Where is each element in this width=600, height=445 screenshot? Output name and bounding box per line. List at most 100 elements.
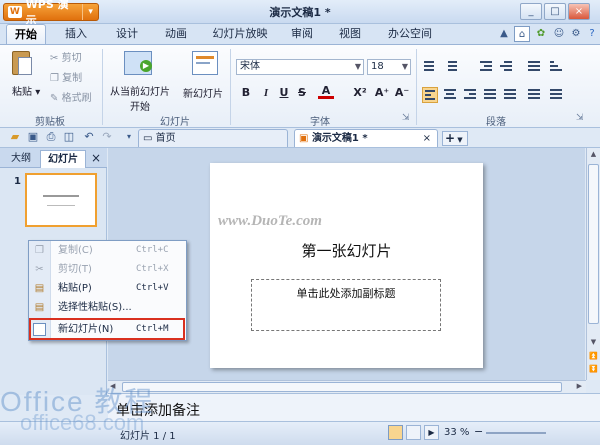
line-spacing-button[interactable] bbox=[526, 59, 542, 75]
scroll-thumb[interactable] bbox=[588, 164, 599, 324]
previous-slide-icon[interactable]: ⏫ bbox=[588, 352, 599, 363]
columns-button[interactable] bbox=[526, 87, 542, 103]
home-icon[interactable]: ⌂ bbox=[514, 26, 530, 42]
new-slide-button[interactable]: 新幻灯片 bbox=[183, 85, 223, 100]
undo-icon[interactable]: ↶ bbox=[82, 130, 96, 144]
superscript-button[interactable]: X² bbox=[350, 85, 370, 101]
slide-canvas[interactable]: 第一张幻灯片 单击此处添加副标题 bbox=[210, 163, 483, 368]
paste-special-icon: ▤ bbox=[34, 302, 45, 313]
vertical-align-button[interactable] bbox=[548, 87, 564, 103]
arrow-up-icon[interactable]: ▲ bbox=[496, 26, 512, 42]
redo-icon[interactable]: ↷ bbox=[100, 130, 114, 144]
new-tab-button[interactable]: + ▼ bbox=[442, 131, 468, 146]
paste-button[interactable]: 粘贴 ▾ bbox=[12, 83, 40, 98]
menu-item-paste-label: 粘贴(P) bbox=[58, 283, 92, 294]
tab-outline[interactable]: 大纲 bbox=[4, 150, 38, 168]
align-center-button[interactable] bbox=[442, 87, 458, 103]
paragraph-group-label: 段落 bbox=[486, 117, 506, 128]
format-painter-button[interactable]: ✎ 格式刷 bbox=[50, 89, 92, 104]
user-icon[interactable]: ☺ bbox=[551, 26, 567, 42]
font-dialog-launcher-icon[interactable]: ⇲ bbox=[402, 113, 410, 123]
scroll-down-icon[interactable]: ▼ bbox=[588, 338, 599, 349]
zoom-out-icon[interactable]: − bbox=[474, 425, 483, 438]
decrease-indent-button[interactable] bbox=[478, 59, 494, 75]
subtitle-placeholder[interactable]: 单击此处添加副标题 bbox=[251, 279, 441, 331]
tab-home[interactable]: 开始 bbox=[6, 24, 46, 44]
menu-item-paste-special[interactable]: ▤ 选择性粘贴(S)... bbox=[29, 299, 186, 316]
document-title: 演示文稿1 * bbox=[269, 6, 331, 19]
new-slide-icon[interactable] bbox=[192, 51, 218, 75]
menu-item-paste-shortcut: Ctrl+V bbox=[136, 283, 169, 293]
tab-view[interactable]: 视图 bbox=[330, 24, 370, 44]
close-button[interactable]: × bbox=[568, 3, 590, 20]
increase-indent-button[interactable] bbox=[498, 59, 514, 75]
scroll-up-icon[interactable]: ▲ bbox=[588, 150, 599, 161]
underline-button[interactable]: U bbox=[276, 85, 292, 101]
justify-button[interactable] bbox=[482, 87, 498, 103]
tab-office-space[interactable]: 办公空间 bbox=[380, 24, 440, 44]
font-color-button[interactable]: A bbox=[318, 83, 334, 99]
shrink-font-button[interactable]: A⁻ bbox=[394, 85, 410, 101]
copy-icon: ❐ bbox=[50, 73, 59, 84]
menu-item-paste[interactable]: ▤ 粘贴(P) Ctrl+V bbox=[29, 280, 186, 297]
play-from-current-icon[interactable]: ▶ bbox=[124, 51, 152, 75]
print-preview-icon[interactable]: ◫ bbox=[62, 130, 76, 144]
home-tab-label: 首页 bbox=[155, 133, 176, 144]
tab-insert[interactable]: 插入 bbox=[56, 24, 96, 44]
open-folder-icon[interactable]: ▰ bbox=[8, 130, 22, 144]
from-current-slide-button[interactable]: 从当前幻灯片 开始 bbox=[108, 83, 172, 113]
separator bbox=[416, 49, 417, 125]
text-direction-button[interactable] bbox=[548, 59, 564, 75]
vertical-scrollbar[interactable]: ▲ ▼ ⏫ ⏬ bbox=[586, 148, 600, 380]
document-tab[interactable]: ▣ 演示文稿1 * × bbox=[294, 129, 438, 147]
separator bbox=[102, 49, 103, 125]
skin-icon[interactable]: ✿ bbox=[533, 26, 549, 42]
document-tab-label: 演示文稿1 * bbox=[311, 133, 368, 144]
grow-font-button[interactable]: A⁺ bbox=[374, 85, 390, 101]
home-doc-tab[interactable]: ▭ 首页 bbox=[138, 129, 288, 147]
slides-panel-tabs: 大纲 幻灯片 × bbox=[0, 148, 107, 168]
print-icon[interactable]: ⎙ bbox=[44, 130, 58, 144]
close-tab-icon[interactable]: × bbox=[423, 130, 431, 147]
maximize-button[interactable]: □ bbox=[544, 3, 566, 20]
italic-button[interactable]: I bbox=[258, 85, 274, 101]
slideshow-icon[interactable]: ▶ bbox=[424, 425, 439, 440]
scroll-right-icon[interactable]: ▶ bbox=[577, 382, 582, 390]
tab-slideshow[interactable]: 幻灯片放映 bbox=[205, 24, 275, 44]
copy-label: 复制 bbox=[62, 73, 83, 84]
help-icon[interactable]: ? bbox=[584, 26, 600, 42]
tab-review[interactable]: 审阅 bbox=[282, 24, 322, 44]
tab-slides[interactable]: 幻灯片 bbox=[40, 150, 86, 168]
align-right-button[interactable] bbox=[462, 87, 478, 103]
tab-animation[interactable]: 动画 bbox=[156, 24, 196, 44]
font-size-select[interactable]: 18 ▼ bbox=[367, 59, 411, 75]
normal-view-icon[interactable] bbox=[388, 425, 403, 440]
cut-button[interactable]: ✂ 剪切 bbox=[50, 49, 82, 64]
app-menu-button[interactable]: W WPS 演示 ▾ bbox=[3, 0, 99, 27]
office-url-watermark: office68.com bbox=[20, 410, 145, 435]
copy-button[interactable]: ❐ 复制 bbox=[50, 69, 82, 84]
distribute-button[interactable] bbox=[502, 87, 518, 103]
paste-icon[interactable] bbox=[10, 49, 34, 79]
slide-thumbnail[interactable] bbox=[25, 173, 97, 227]
bullets-button[interactable] bbox=[422, 59, 438, 75]
numbering-button[interactable] bbox=[446, 59, 462, 75]
bold-button[interactable]: B bbox=[238, 85, 254, 101]
zoom-slider[interactable] bbox=[486, 432, 546, 434]
menu-item-copy[interactable]: ❐ 复制(C) Ctrl+C bbox=[29, 242, 186, 259]
next-slide-icon[interactable]: ⏬ bbox=[588, 365, 599, 376]
settings-icon[interactable]: ⚙ bbox=[568, 26, 584, 42]
paragraph-dialog-launcher-icon[interactable]: ⇲ bbox=[576, 113, 584, 123]
strikethrough-button[interactable]: S bbox=[294, 85, 310, 101]
minimize-button[interactable]: _ bbox=[520, 3, 542, 20]
align-left-button[interactable] bbox=[422, 87, 438, 103]
font-name-select[interactable]: 宋体 ▼ bbox=[236, 59, 364, 75]
tab-design[interactable]: 设计 bbox=[107, 24, 147, 44]
save-icon[interactable]: ▣ bbox=[26, 130, 40, 144]
slide-title[interactable]: 第一张幻灯片 bbox=[210, 240, 483, 261]
close-panel-icon[interactable]: × bbox=[88, 150, 104, 168]
menu-item-cut[interactable]: ✂ 剪切(T) Ctrl+X bbox=[29, 261, 186, 278]
slide-sorter-icon[interactable] bbox=[406, 425, 421, 440]
customize-qat-icon[interactable]: ▾ bbox=[122, 130, 136, 144]
menu-item-paste-special-label: 选择性粘贴(S)... bbox=[58, 302, 132, 313]
